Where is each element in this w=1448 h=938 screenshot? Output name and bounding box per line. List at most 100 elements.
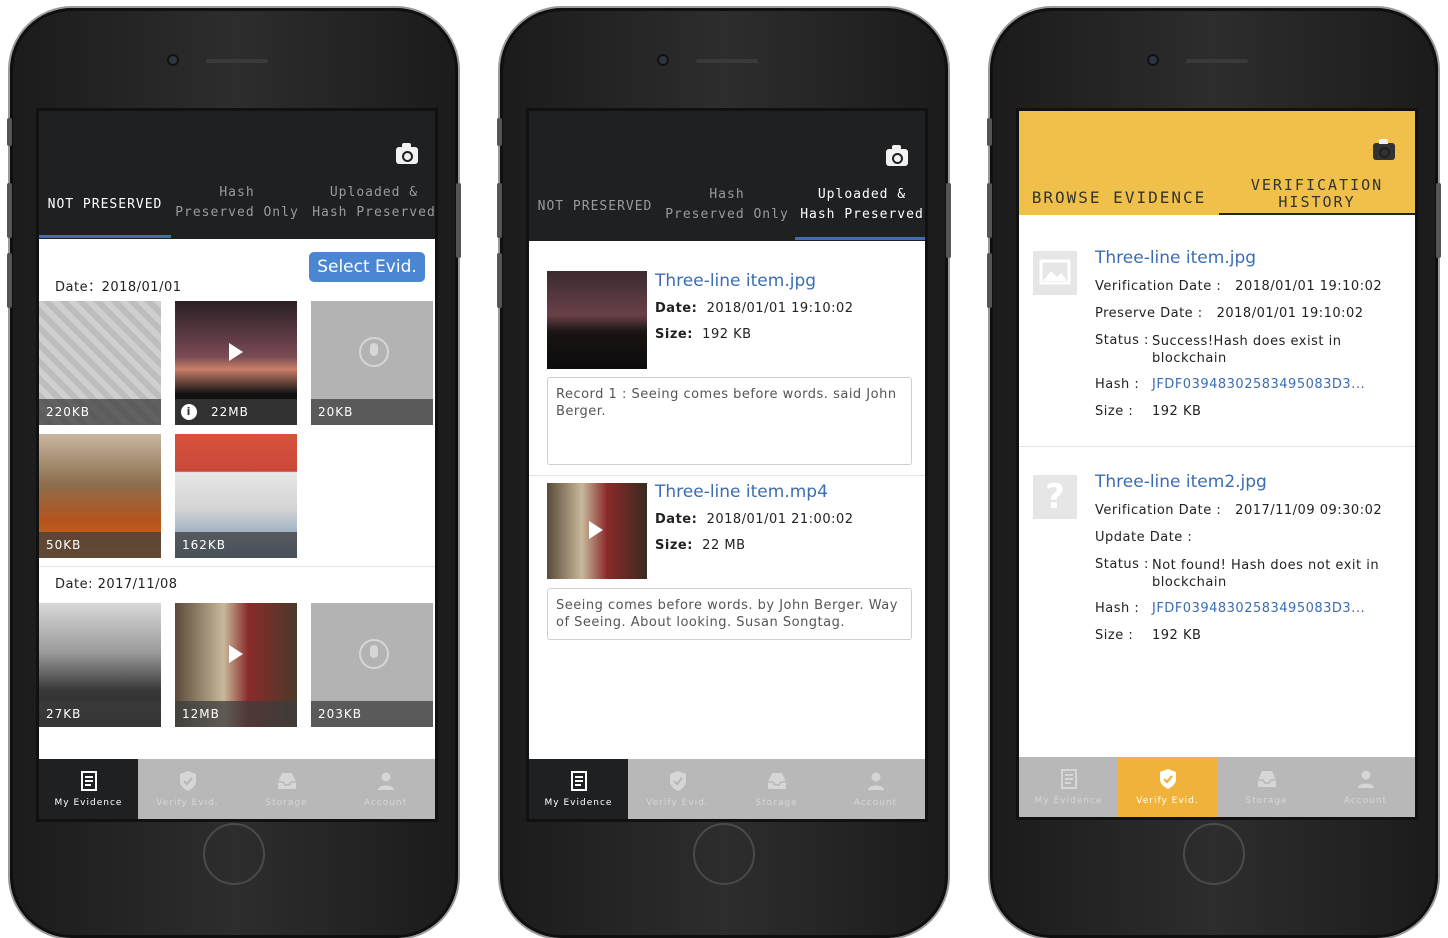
nav-verify-evidence[interactable]: Verify Evid. [1118,757,1217,817]
app-header: BROWSE EVIDENCE VERIFICATION HISTORY [1019,111,1415,215]
evidence-item-image[interactable] [547,271,647,369]
phone-frame-3: BROWSE EVIDENCE VERIFICATION HISTORY Thr… [987,8,1441,938]
document-icon [570,771,587,791]
tab-verification-history[interactable]: VERIFICATION HISTORY [1219,177,1415,211]
file-size: Size: 22 MB [655,538,746,553]
evidence-thumb[interactable]: i 22MB [175,301,297,425]
file-size: Size: 192 KB [655,327,752,342]
user-icon [867,772,884,790]
bottom-nav: My Evidence Verify Evid. Storage Account [39,759,435,819]
evidence-note[interactable]: Record 1 : Seeing comes before words. sa… [547,377,912,465]
evidence-thumb[interactable]: 220KB [39,301,161,425]
file-name[interactable]: Three-line item2.jpg [1095,472,1267,492]
tab-hash-preserved-only[interactable]: Hash Preserved Only [661,185,793,225]
tab-browse-evidence[interactable]: BROWSE EVIDENCE [1019,189,1219,206]
size-label: Size : [1095,628,1134,643]
size-label: Size : [1095,404,1134,419]
file-name[interactable]: Three-line item.jpg [1095,248,1256,268]
inbox-tray-icon [277,773,296,789]
bottom-nav: My Evidence Verify Evid. Storage Account [1019,757,1415,817]
date-group-label: Date：2018/01/01 [55,280,182,295]
nav-my-evidence[interactable]: My Evidence [529,759,628,819]
thumb-size: 12MB [175,701,297,727]
nav-my-evidence[interactable]: My Evidence [39,759,138,819]
verification-date: Verification Date : 2017/11/09 09:30:02 [1095,503,1383,518]
camera-icon[interactable] [1373,139,1395,160]
camera-icon[interactable] [886,145,908,166]
user-icon [377,772,394,790]
nav-my-evidence[interactable]: My Evidence [1019,757,1118,817]
microphone-icon [359,639,389,669]
inbox-tray-icon [767,773,786,789]
evidence-thumb-audio[interactable]: 203KB [311,603,433,727]
evidence-thumb[interactable]: 50KB [39,434,161,558]
evidence-thumb[interactable]: 12MB [175,603,297,727]
nav-storage[interactable]: Storage [727,759,826,819]
item-divider [1019,446,1415,447]
thumb-size: 220KB [39,399,161,425]
evidence-thumb[interactable]: 162KB [175,434,297,558]
tab-hash-preserved-only[interactable]: Hash Preserved Only [171,183,303,223]
screen-uploaded-list: NOT PRESERVED Hash Preserved Only Upload… [526,108,928,822]
nav-storage[interactable]: Storage [1217,757,1316,817]
thumb-size: i 22MB [175,399,297,425]
group-divider [39,566,435,567]
preserve-date: Preserve Date : 2018/01/01 19:10:02 [1095,306,1364,321]
nav-storage[interactable]: Storage [237,759,336,819]
home-button[interactable] [1183,823,1245,885]
hash-value[interactable]: JFDF03948302583495083D3... [1152,601,1365,616]
home-button[interactable] [203,823,265,885]
evidence-thumb[interactable]: 27KB [39,603,161,727]
screen-verification-history: BROWSE EVIDENCE VERIFICATION HISTORY Thr… [1016,108,1418,820]
evidence-note[interactable]: Seeing comes before words. by John Berge… [547,588,912,640]
phone-frame-2: NOT PRESERVED Hash Preserved Only Upload… [497,8,951,938]
app-header: NOT PRESERVED Hash Preserved Only Upload… [39,111,435,239]
file-name[interactable]: Three-line item.jpg [655,271,816,291]
microphone-icon [359,337,389,367]
front-camera [1147,54,1159,66]
info-icon[interactable]: i [181,404,197,420]
document-icon [1060,769,1077,789]
nav-account[interactable]: Account [336,759,435,819]
tab-uploaded-hash-preserved[interactable]: Uploaded & Hash Preserved [309,183,435,223]
hash-label: Hash : [1095,601,1140,616]
camera-icon[interactable] [396,143,418,164]
item-divider [529,475,925,476]
nav-verify-evidence[interactable]: Verify Evid. [628,759,727,819]
size-value: 192 KB [1152,404,1202,419]
date-group-label: Date: 2017/11/08 [55,577,178,592]
file-name[interactable]: Three-line item.mp4 [655,482,828,502]
thumb-size: 27KB [39,701,161,727]
update-date: Update Date : [1095,530,1193,545]
tab-uploaded-hash-preserved[interactable]: Uploaded & Hash Preserved [795,185,925,225]
select-evidence-button[interactable]: Select Evid. [309,252,425,282]
nav-account[interactable]: Account [1316,757,1415,817]
document-icon [80,771,97,791]
hash-label: Hash : [1095,377,1140,392]
front-camera [167,54,179,66]
tab-indicator [795,237,925,240]
play-icon[interactable] [229,645,243,663]
image-placeholder-icon [1033,251,1077,295]
tab-not-preserved[interactable]: NOT PRESERVED [39,195,171,215]
tab-indicator [39,235,171,238]
nav-account[interactable]: Account [826,759,925,819]
hash-value[interactable]: JFDF03948302583495083D3... [1152,377,1365,392]
evidence-thumb-audio[interactable]: 20KB [311,301,433,425]
tab-not-preserved[interactable]: NOT PRESERVED [529,197,661,217]
user-icon [1357,770,1374,788]
thumb-size: 162KB [175,532,297,558]
front-camera [657,54,669,66]
question-mark-icon: ? [1033,475,1077,519]
play-icon[interactable] [229,343,243,361]
shield-check-icon [1159,769,1176,789]
evidence-item-video[interactable] [547,483,647,579]
thumb-size: 203KB [311,701,433,727]
phone-frame-1: NOT PRESERVED Hash Preserved Only Upload… [7,8,461,938]
verification-date: Verification Date : 2018/01/01 19:10:02 [1095,279,1383,294]
nav-verify-evidence[interactable]: Verify Evid. [138,759,237,819]
home-button[interactable] [693,823,755,885]
file-date: Date: 2018/01/01 21:00:02 [655,512,854,527]
thumb-size: 50KB [39,532,161,558]
play-icon[interactable] [589,521,603,539]
